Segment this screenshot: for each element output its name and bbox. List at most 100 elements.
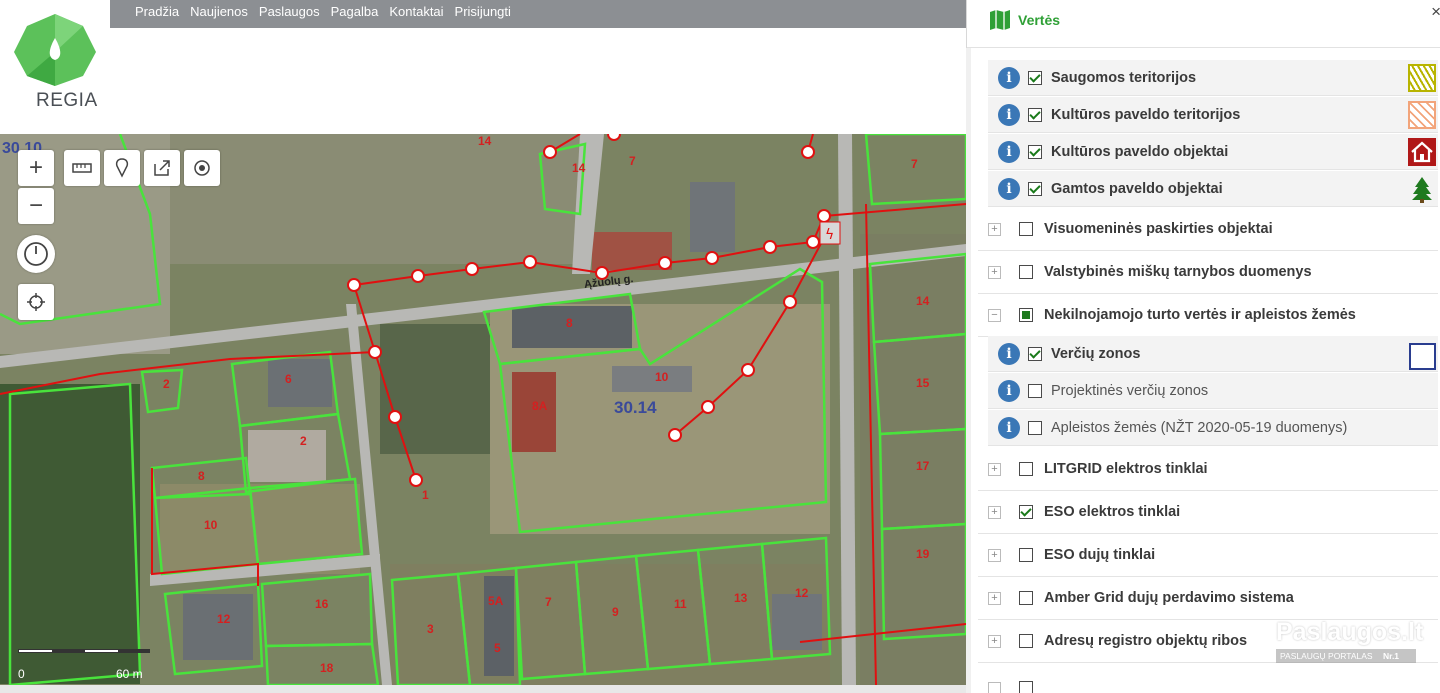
layer-checkbox[interactable]	[1028, 107, 1042, 122]
layer-label: ESO elektros tinklai	[1044, 504, 1181, 520]
info-icon[interactable]: i	[998, 66, 1020, 89]
zoom-in-button[interactable]: +	[18, 150, 54, 186]
locate-button[interactable]	[184, 150, 220, 186]
layer-label: Saugomos teritorijos	[1051, 69, 1197, 86]
ruler-icon	[72, 163, 92, 173]
info-icon[interactable]: i	[998, 379, 1020, 402]
layer-label: Gamtos paveldo objektai	[1051, 180, 1223, 197]
layer-label: Adresų registro objektų ribos	[1044, 633, 1248, 649]
layer-checkbox[interactable]	[1019, 505, 1033, 519]
scale-label-start: 0	[18, 667, 25, 681]
share-button[interactable]	[144, 150, 180, 186]
panel-header: Vertės ×	[967, 0, 1440, 48]
logo[interactable]: REGIA	[0, 0, 110, 134]
layer-group-amber-grid[interactable]: + Amber Grid dujų perdavimo sistema	[978, 577, 1438, 620]
info-icon[interactable]: i	[998, 140, 1020, 163]
layer-row-projected-value-zones[interactable]: i Projektinės verčių zonos	[988, 373, 1438, 409]
layer-checkbox[interactable]	[1028, 144, 1042, 159]
logo-text: REGIA	[36, 90, 98, 111]
layer-row-nature-heritage[interactable]: i Gamtos paveldo objektai	[988, 171, 1438, 207]
info-icon[interactable]: i	[998, 177, 1020, 200]
nav-help[interactable]: Pagalba	[331, 4, 379, 19]
layer-checkbox[interactable]	[1019, 591, 1033, 605]
nav-login[interactable]: Prisijungti	[455, 4, 511, 19]
layer-row-value-zones[interactable]: i Verčių zonos	[988, 336, 1438, 372]
building-roof	[248, 430, 326, 482]
scale-bar	[18, 649, 150, 653]
info-icon[interactable]: i	[998, 342, 1020, 365]
layer-checkbox[interactable]	[1019, 548, 1033, 562]
map-footer-strip	[0, 685, 966, 693]
hatch-orange-icon	[1408, 101, 1436, 129]
history-button[interactable]	[17, 235, 55, 273]
map-canvas[interactable]: ϟ	[0, 134, 966, 685]
layer-checkbox[interactable]	[1019, 462, 1033, 476]
layer-checkbox[interactable]	[1019, 222, 1033, 236]
layer-group-eso-electric[interactable]: + ESO elektros tinklai	[978, 491, 1438, 534]
layer-group-litgrid[interactable]: + LITGRID elektros tinklai	[978, 448, 1438, 491]
main-nav: Pradžia Naujienos Paslaugos Pagalba Kont…	[135, 4, 511, 19]
layer-label: Apleistos žemės (NŽT 2020-05-19 duomenys…	[1051, 419, 1348, 436]
layer-row-heritage-territories[interactable]: i Kultūros paveldo teritorijos	[988, 97, 1438, 133]
layer-label: Kultūros paveldo teritorijos	[1051, 106, 1241, 123]
layer-checkbox[interactable]	[1028, 181, 1042, 196]
layer-label: LITGRID elektros tinklai	[1044, 461, 1208, 477]
layer-checkbox[interactable]	[1028, 70, 1042, 85]
info-icon[interactable]: i	[998, 416, 1020, 439]
expand-icon[interactable]: +	[988, 634, 1001, 648]
close-icon[interactable]: ×	[1431, 2, 1440, 22]
scale-label-end: 60 m	[116, 667, 143, 681]
building-roof	[772, 594, 822, 650]
map-icon	[990, 10, 1010, 30]
layer-checkbox[interactable]	[1019, 265, 1033, 279]
minus-icon: −	[28, 192, 43, 219]
marker-button[interactable]	[104, 150, 140, 186]
nav-home[interactable]: Pradžia	[135, 4, 179, 19]
expand-icon[interactable]: +	[988, 548, 1001, 562]
building-roof	[612, 366, 692, 392]
blue-square-icon	[1409, 343, 1436, 370]
watermark-subtitle: PASLAUGŲ PORTALAS Nr.1	[1276, 649, 1416, 663]
panel-scrollbar[interactable]	[966, 48, 971, 693]
aerial-field	[390, 564, 830, 685]
panel-title: Vertės	[1018, 12, 1061, 28]
layer-label: ESO dujų tinklai	[1044, 547, 1156, 563]
layer-group-forest-service[interactable]: + Valstybinės miškų tarnybos duomenys	[978, 251, 1438, 294]
layer-checkbox[interactable]	[1028, 420, 1042, 435]
info-icon[interactable]: i	[998, 103, 1020, 126]
layer-row-heritage-objects[interactable]: i Kultūros paveldo objektai	[988, 134, 1438, 170]
layer-checkbox[interactable]	[1019, 308, 1033, 322]
layer-row-protected-areas[interactable]: i Saugomos teritorijos	[988, 60, 1438, 96]
map-view[interactable]: ϟ 30.10 30.14 Ąžuolų g. 14 7 14 7 8 10 8…	[0, 134, 966, 685]
layer-label: Verčių zonos	[1051, 345, 1141, 362]
expand-icon[interactable]: +	[988, 222, 1001, 236]
measure-button[interactable]	[64, 150, 100, 186]
collapse-icon[interactable]: −	[988, 308, 1001, 322]
layer-group-public-objects[interactable]: + Visuomeninės paskirties objektai	[978, 208, 1438, 251]
house-icon	[1411, 141, 1433, 163]
expand-icon[interactable]: +	[988, 265, 1001, 279]
tree-icon	[1412, 177, 1432, 203]
expand-icon[interactable]: +	[988, 591, 1001, 605]
nav-news[interactable]: Naujienos	[190, 4, 248, 19]
layer-label: Valstybinės miškų tarnybos duomenys	[1044, 264, 1312, 280]
expand-icon[interactable]	[988, 681, 1001, 693]
layer-checkbox[interactable]	[1019, 681, 1033, 693]
layer-checkbox[interactable]	[1028, 383, 1042, 398]
gps-button[interactable]	[18, 284, 54, 320]
nav-services[interactable]: Paslaugos	[259, 4, 320, 19]
aerial-field	[170, 134, 590, 264]
layer-group-real-estate-values[interactable]: − Nekilnojamojo turto vertės ir apleisto…	[978, 294, 1438, 337]
layer-label: Visuomeninės paskirties objektai	[1044, 221, 1273, 237]
layer-label: Projektinės verčių zonos	[1051, 382, 1209, 399]
expand-icon[interactable]: +	[988, 462, 1001, 476]
expand-icon[interactable]: +	[988, 505, 1001, 519]
layer-group-eso-gas[interactable]: + ESO dujų tinklai	[978, 534, 1438, 577]
nav-contacts[interactable]: Kontaktai	[389, 4, 443, 19]
layer-row-abandoned-land[interactable]: i Apleistos žemės (NŽT 2020-05-19 duomen…	[988, 410, 1438, 446]
header-space	[110, 28, 966, 134]
layer-checkbox[interactable]	[1019, 634, 1033, 648]
layer-checkbox[interactable]	[1028, 346, 1042, 361]
zoom-out-button[interactable]: −	[18, 188, 54, 224]
hatch-yellow-icon	[1408, 64, 1436, 92]
